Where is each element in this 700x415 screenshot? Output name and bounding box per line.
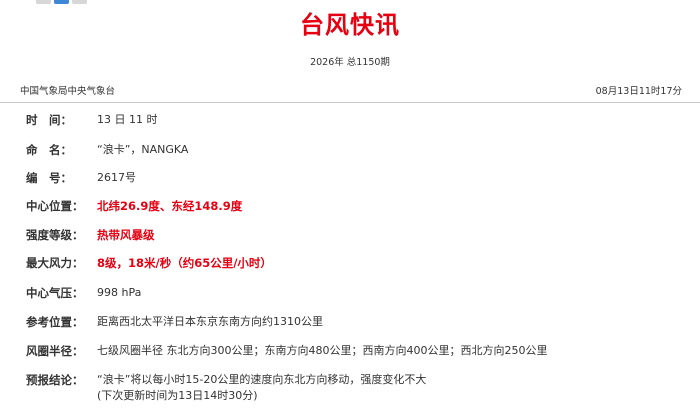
row-value: “浪卡”将以每小时15-20公里的速度向东北方向移动，强度变化不大 (下次更新时…	[97, 372, 680, 404]
source-agency: 中国气象局中央气象台	[20, 86, 116, 97]
row-label: 风圈半径：	[26, 344, 84, 358]
forecast-text: “浪卡”将以每小时15-20公里的速度向东北方向移动，强度变化不大	[97, 373, 427, 386]
row-value: 北纬26.9度、东经148.9度	[97, 199, 243, 213]
row-value: 13 日 11 时	[97, 113, 158, 126]
row-value: 2617号	[97, 171, 136, 184]
row-label: 预报结论：	[26, 373, 84, 387]
row-label: 编 号：	[26, 171, 72, 185]
row-label: 强度等级：	[26, 228, 84, 242]
row-label: 时 间：	[26, 113, 72, 127]
publish-time: 08月13日11时17分	[595, 86, 682, 97]
row-label: 中心位置：	[26, 199, 84, 213]
source-bar: 中国气象局中央气象台 08月13日11时17分	[0, 82, 700, 103]
row-value: 8级，18米/秒（约65公里/小时）	[97, 256, 272, 270]
toolbar-button-active[interactable]	[54, 0, 69, 4]
row-value: “浪卡”，NANGKA	[97, 143, 189, 156]
row-label: 最大风力：	[26, 256, 84, 270]
row-label: 中心气压：	[26, 286, 84, 300]
toolbar-button[interactable]	[72, 0, 87, 4]
row-value: 距离西北太平洋日本东京东南方向约1310公里	[97, 315, 323, 328]
toolbar-button[interactable]	[36, 0, 51, 4]
row-value: 热带风暴级	[97, 228, 155, 242]
row-label: 参考位置：	[26, 315, 84, 329]
row-label: 命 名：	[26, 143, 72, 157]
toolbar-stub	[36, 0, 87, 4]
row-value: 998 hPa	[97, 286, 142, 299]
page-title: 台风快讯	[300, 11, 400, 39]
row-value: 七级风圈半径 东北方向300公里；东南方向480公里；西南方向400公里；西北方…	[97, 344, 548, 357]
issue-number: 2026年 总1150期	[310, 57, 390, 68]
next-update-text: (下次更新时间为13日14时30分)	[97, 389, 258, 402]
